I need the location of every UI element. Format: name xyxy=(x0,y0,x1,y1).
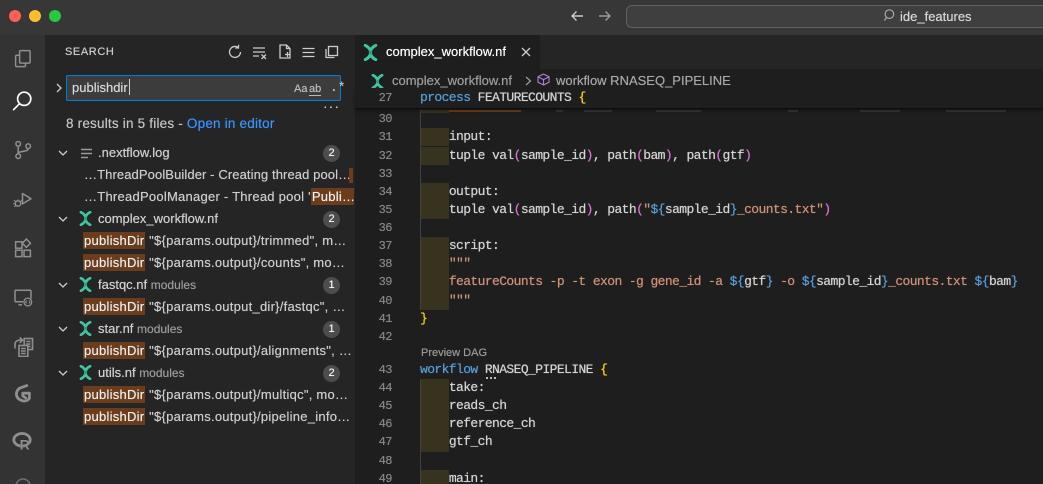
svg-text:R: R xyxy=(20,436,30,452)
